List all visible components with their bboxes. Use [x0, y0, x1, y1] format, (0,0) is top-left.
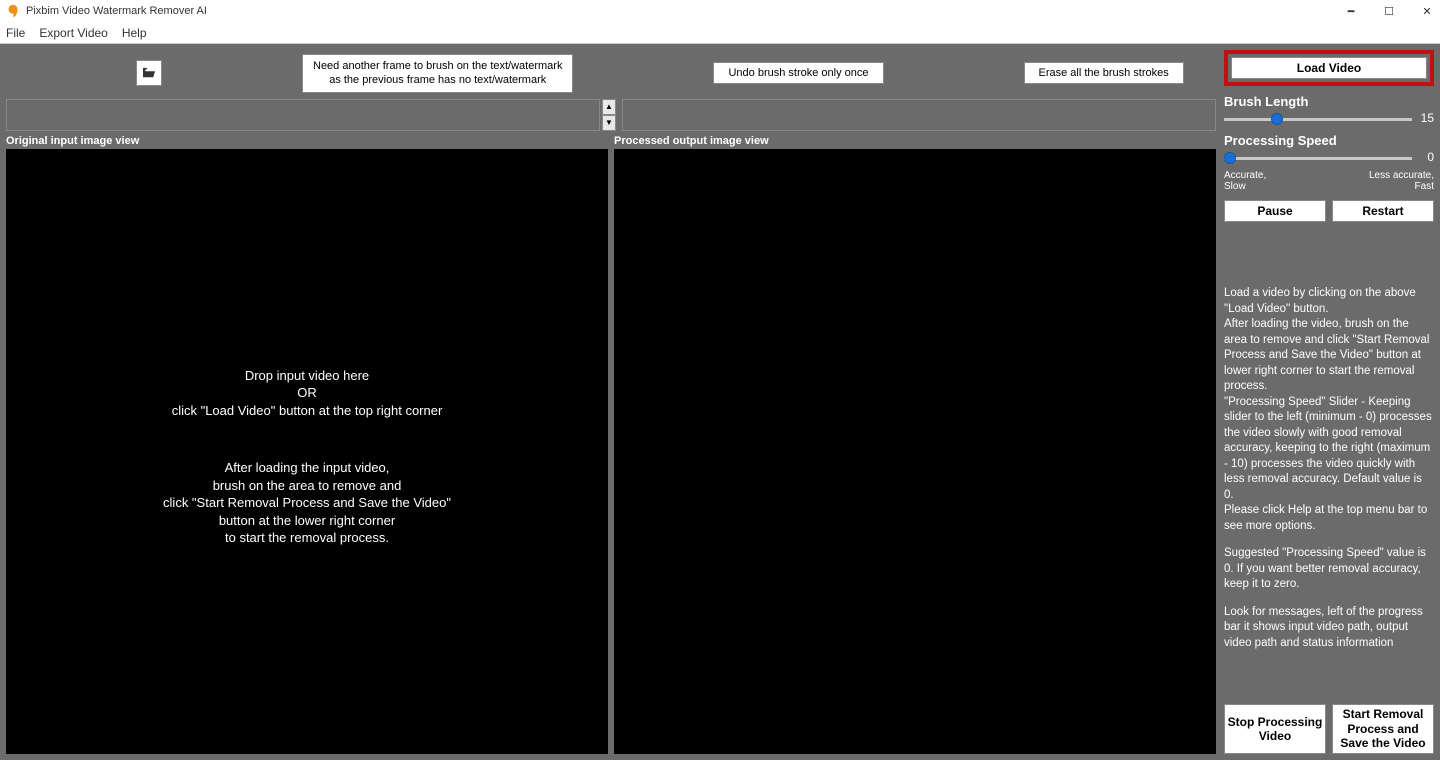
load-video-highlight: Load Video — [1224, 50, 1434, 86]
sidebar: Load Video Brush Length 15 Processing Sp… — [1222, 44, 1440, 760]
processing-speed-value: 0 — [1418, 150, 1434, 164]
original-view-label: Original input image view — [6, 135, 608, 147]
menu-file[interactable]: File — [6, 26, 25, 40]
erase-brush-button[interactable]: Erase all the brush strokes — [1024, 62, 1184, 84]
brush-length-value: 15 — [1418, 111, 1434, 125]
info-panel: Load a video by clicking on the above "L… — [1224, 228, 1434, 704]
processing-speed-label: Processing Speed — [1224, 133, 1434, 148]
path-row: ▲ ▼ — [6, 99, 1216, 131]
tooltip-line1: Need another frame to brush on the text/… — [313, 59, 562, 73]
brush-slider-thumb[interactable] — [1271, 113, 1283, 125]
brush-length-label: Brush Length — [1224, 94, 1434, 109]
menu-help[interactable]: Help — [122, 26, 147, 40]
frame-spinner: ▲ ▼ — [602, 99, 616, 131]
spinner-down-button[interactable]: ▼ — [602, 115, 616, 131]
menu-export-video[interactable]: Export Video — [39, 26, 108, 40]
stop-processing-button[interactable]: Stop Processing Video — [1224, 704, 1326, 754]
undo-brush-button[interactable]: Undo brush stroke only once — [713, 62, 883, 84]
speed-hint-left: Accurate, Slow — [1224, 170, 1266, 192]
processed-view-label: Processed output image view — [608, 135, 1216, 147]
brush-length-slider[interactable] — [1224, 118, 1412, 121]
close-button[interactable]: ✕ — [1420, 4, 1434, 18]
processing-speed-slider[interactable] — [1224, 157, 1412, 160]
folder-open-icon — [142, 67, 156, 79]
speed-slider-thumb[interactable] — [1224, 152, 1236, 164]
frame-tooltip: Need another frame to brush on the text/… — [302, 54, 573, 93]
minimize-button[interactable]: ━ — [1344, 4, 1358, 18]
tooltip-line2: as the previous frame has no text/waterm… — [313, 73, 562, 87]
spinner-up-button[interactable]: ▲ — [602, 99, 616, 115]
titlebar: Pixbim Video Watermark Remover AI ━ ☐ ✕ — [0, 0, 1440, 22]
load-video-button[interactable]: Load Video — [1231, 57, 1427, 79]
app-logo-icon — [6, 4, 20, 18]
pause-button[interactable]: Pause — [1224, 200, 1326, 222]
left-path-field[interactable] — [6, 99, 600, 131]
maximize-button[interactable]: ☐ — [1382, 4, 1396, 18]
speed-hint-right: Less accurate, Fast — [1369, 170, 1434, 192]
right-path-field[interactable] — [622, 99, 1216, 131]
drop-instructions: Drop input video here OR click "Load Vid… — [6, 367, 608, 587]
toolbar: Need another frame to brush on the text/… — [6, 50, 1216, 99]
original-view[interactable]: Drop input video here OR click "Load Vid… — [6, 149, 608, 754]
restart-button[interactable]: Restart — [1332, 200, 1434, 222]
processed-view[interactable] — [614, 149, 1216, 754]
open-folder-button[interactable] — [136, 60, 162, 86]
menubar: File Export Video Help — [0, 22, 1440, 44]
start-removal-button[interactable]: Start Removal Process and Save the Video — [1332, 704, 1434, 754]
window-title: Pixbim Video Watermark Remover AI — [26, 5, 1344, 17]
